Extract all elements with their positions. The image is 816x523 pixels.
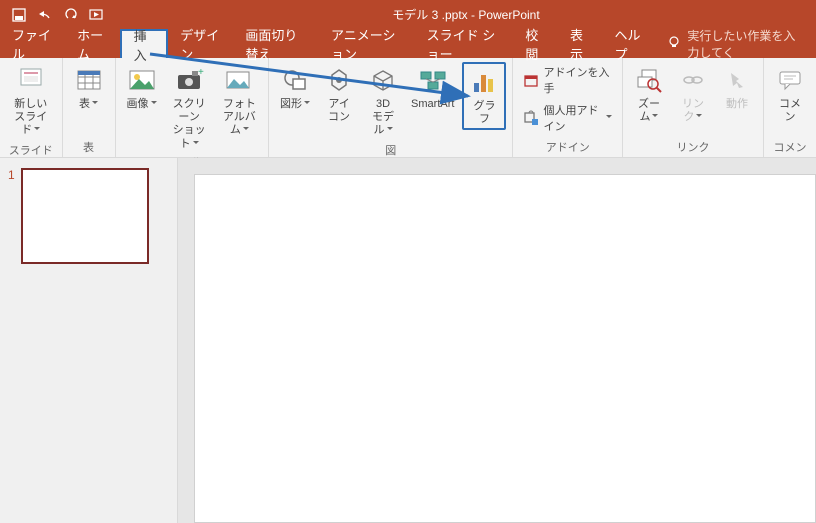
svg-text:+: + [198,67,204,78]
link-icon [677,64,709,96]
pictures-icon [126,64,158,96]
zoom-icon [633,64,665,96]
slide-canvas-area [178,158,816,523]
slide-thumbnail-1[interactable]: 1 [8,168,169,264]
chart-button[interactable]: グラフ [462,62,506,130]
table-label: 表 [79,98,98,111]
tab-help[interactable]: ヘルプ [603,29,658,58]
pictures-button[interactable]: 画像 [122,62,162,113]
smartart-label: SmartArt [411,98,454,111]
tab-insert[interactable]: 挿入 [120,29,169,58]
shapes-icon [279,64,311,96]
tab-home[interactable]: ホーム [65,29,120,58]
get-addins-label: アドインを入手 [543,64,612,96]
photo-album-label: フォト アルバム [221,98,258,138]
slide-thumbnail-preview[interactable] [21,168,149,264]
action-label: 動作 [726,98,748,111]
smartart-icon [417,64,449,96]
slide-canvas[interactable] [194,174,816,523]
group-links: ズーム リン ク 動作 リンク [623,58,764,157]
tab-view[interactable]: 表示 [558,29,603,58]
title-bar: モデル 3 .pptx - PowerPoint [0,0,816,29]
tab-review[interactable]: 校閲 [513,29,558,58]
action-icon [721,64,753,96]
icons-icon [323,64,355,96]
group-tables-label: 表 [69,137,109,155]
tell-me-label: 実行したい作業を入力してく [687,27,806,61]
photo-album-button[interactable]: フォト アルバム [217,62,262,140]
my-addins-button[interactable]: 個人用アドイン [519,100,616,136]
screenshot-icon: + [173,64,205,96]
undo-button[interactable] [34,4,56,26]
group-images: 画像 + スクリーン ショット フォト アルバム 画像 [116,58,270,157]
group-addins: アドインを入手 個人用アドイン アドイン [513,58,623,157]
smartart-button[interactable]: SmartArt [407,62,458,113]
icons-label: アイ コン [328,98,350,124]
pictures-label: 画像 [127,98,157,111]
3d-models-label: 3D モデル [367,98,399,138]
tab-animations[interactable]: アニメーション [319,29,415,58]
redo-button[interactable] [60,4,82,26]
screenshot-button[interactable]: + スクリーン ショット [166,62,213,153]
photo-album-icon [223,64,255,96]
lightbulb-icon [667,35,681,52]
group-slides-label: スライド [6,140,56,158]
ribbon: 新しい スライド スライド 表 表 画像 + スクリーン ショット フ [0,58,816,158]
group-tables: 表 表 [63,58,116,157]
ribbon-tabs: ファイル ホーム 挿入 デザイン 画面切り替え アニメーション スライド ショー… [0,29,816,58]
my-addins-label: 個人用アドイン [543,102,600,134]
comment-label: コメン [774,98,806,124]
chart-icon [468,66,500,98]
window-title: モデル 3 .pptx - PowerPoint [116,6,816,23]
workspace: 1 [0,158,816,523]
chart-label: グラフ [468,100,500,126]
new-slide-label: 新しい スライド [10,98,52,138]
shapes-button[interactable]: 図形 [275,62,315,113]
slide-thumbnail-pane[interactable]: 1 [0,158,178,523]
store-icon [523,72,539,88]
table-icon [73,64,105,96]
table-button[interactable]: 表 [69,62,109,113]
link-button[interactable]: リン ク [673,62,713,126]
tab-transitions[interactable]: 画面切り替え [233,29,319,58]
cube-icon [367,64,399,96]
shapes-label: 図形 [280,98,310,111]
group-addins-label: アドイン [519,137,616,155]
comment-icon [774,64,806,96]
action-button[interactable]: 動作 [717,62,757,113]
tab-slideshow[interactable]: スライド ショー [415,29,514,58]
tab-design[interactable]: デザイン [168,29,233,58]
get-addins-button[interactable]: アドインを入手 [519,62,616,98]
screenshot-label: スクリーン ショット [170,98,209,151]
group-illustrations: 図形 アイ コン 3D モデル SmartArt グラフ 図 [269,58,513,157]
quick-access-toolbar [0,4,116,26]
icons-button[interactable]: アイ コン [319,62,359,126]
save-button[interactable] [8,4,30,26]
slide-number: 1 [8,168,15,264]
group-illustrations-label: 図 [275,140,506,158]
new-slide-button[interactable]: 新しい スライド [6,62,56,140]
3d-models-button[interactable]: 3D モデル [363,62,403,140]
tab-file[interactable]: ファイル [0,29,65,58]
group-comments-label: コメン [770,137,810,155]
zoom-button[interactable]: ズーム [629,62,669,126]
addin-icon [523,110,539,126]
start-from-beginning-button[interactable] [86,4,108,26]
group-links-label: リンク [629,137,757,155]
link-label: リン ク [682,98,704,124]
comment-button[interactable]: コメン [770,62,810,126]
group-slides: 新しい スライド スライド [0,58,63,157]
new-slide-icon [15,64,47,96]
tell-me-search[interactable]: 実行したい作業を入力してく [657,29,816,58]
group-comments: コメン コメン [764,58,816,157]
zoom-label: ズーム [633,98,665,124]
